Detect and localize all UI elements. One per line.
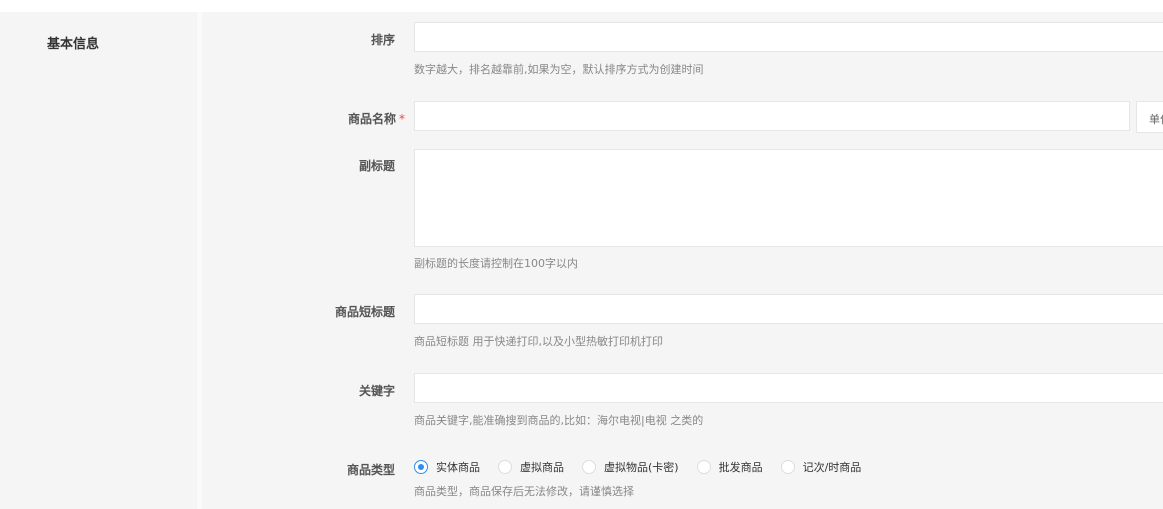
radio-unchecked-icon[interactable]	[582, 460, 596, 474]
type-label: 商品类型	[347, 461, 395, 478]
name-label: 商品名称 *	[348, 110, 405, 127]
sort-label: 排序	[371, 31, 395, 48]
radio-virtual-label: 虚拟商品	[520, 461, 564, 474]
short-title-label-text: 商品短标题	[334, 305, 395, 319]
name-input[interactable]	[414, 101, 1130, 131]
name-label-text: 商品名称	[347, 112, 396, 126]
radio-card-code[interactable]: 虚拟物品(卡密)	[582, 459, 679, 475]
short-title-hint: 商品短标题 用于快递打印,以及小型热敏打印机打印	[414, 335, 663, 348]
radio-card-code-label: 虚拟物品(卡密)	[604, 461, 679, 474]
subtitle-textarea[interactable]	[414, 149, 1163, 247]
short-title-label: 商品短标题	[335, 303, 395, 320]
sort-label-text: 排序	[370, 33, 395, 47]
radio-count-time[interactable]: 记次/时商品	[780, 459, 862, 475]
type-hint: 商品类型，商品保存后无法修改，请谨慎选择	[414, 485, 634, 498]
subtitle-label: 副标题	[359, 157, 395, 174]
radio-wholesale[interactable]: 批发商品	[696, 459, 763, 475]
form-area	[202, 12, 1163, 509]
sort-input[interactable]	[414, 22, 1163, 52]
radio-physical-label: 实体商品	[436, 461, 480, 474]
short-title-input[interactable]	[414, 294, 1163, 324]
type-label-text: 商品类型	[346, 463, 395, 477]
radio-checked-icon[interactable]	[414, 460, 428, 474]
type-radio-group: 实体商品 虚拟商品 虚拟物品(卡密) 批发商品 记次/时商品	[414, 459, 879, 475]
required-mark: *	[399, 112, 405, 126]
keywords-hint: 商品关键字,能准确搜到商品的,比如：海尔电视|电视 之类的	[414, 414, 704, 427]
section-title: 基本信息	[47, 37, 100, 52]
keywords-label: 关键字	[359, 382, 395, 399]
radio-unchecked-icon[interactable]	[696, 460, 711, 474]
section-panel	[0, 12, 197, 509]
top-strip	[0, 0, 1163, 12]
subtitle-hint: 副标题的长度请控制在100字以内	[414, 257, 578, 270]
keywords-label-text: 关键字	[358, 384, 395, 398]
radio-count-time-label: 记次/时商品	[802, 461, 862, 474]
radio-unchecked-icon[interactable]	[780, 460, 795, 474]
unit-input[interactable]: 单位	[1136, 101, 1163, 133]
radio-virtual[interactable]: 虚拟商品	[498, 459, 564, 475]
subtitle-label-text: 副标题	[358, 159, 395, 173]
radio-physical[interactable]: 实体商品	[414, 459, 480, 475]
radio-wholesale-label: 批发商品	[718, 461, 763, 474]
radio-unchecked-icon[interactable]	[498, 460, 512, 474]
keywords-input[interactable]	[414, 373, 1163, 403]
sort-hint: 数字越大，排名越靠前,如果为空，默认排序方式为创建时间	[414, 63, 704, 76]
